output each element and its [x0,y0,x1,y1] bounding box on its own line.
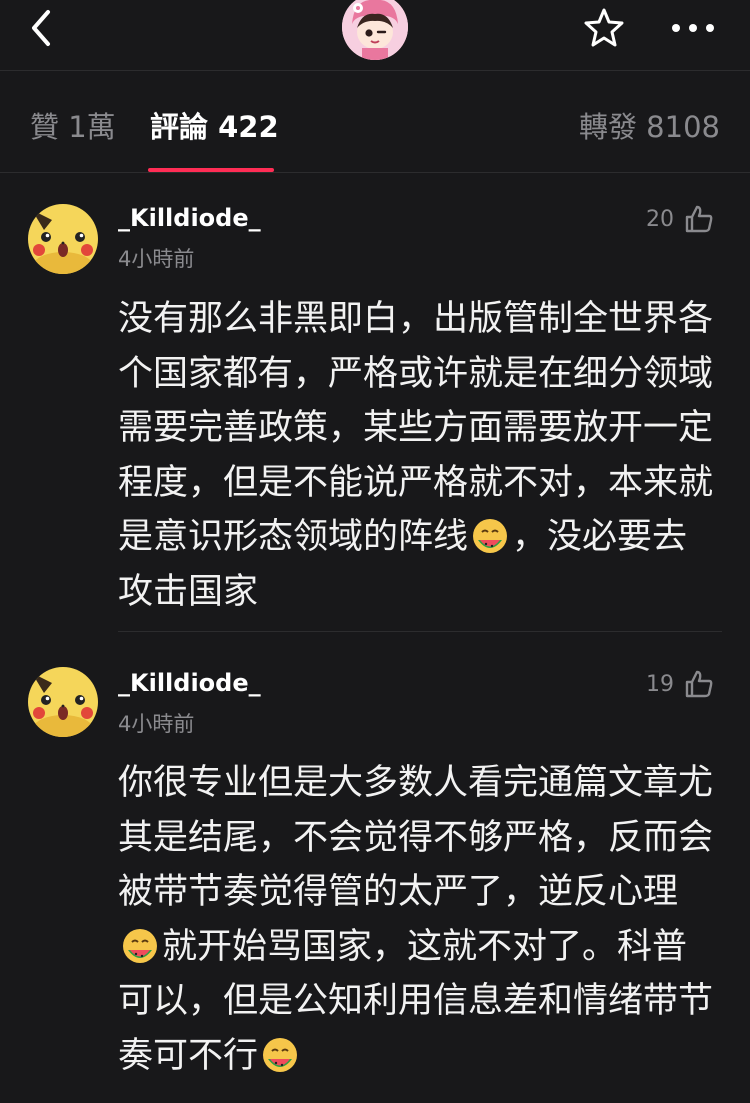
star-icon[interactable] [582,6,626,50]
thumbs-up-icon[interactable] [684,669,714,699]
tab-reposts[interactable]: 轉發 8108 [579,104,720,146]
comment-like-count: 19 [646,672,674,697]
comment-time: 4小時前 [118,247,195,271]
more-dots-icon[interactable] [668,8,718,48]
tab-comments[interactable]: 評論 422 [150,104,279,146]
watermelon-face-emoji-icon [123,928,157,963]
comment-time: 4小時前 [118,712,195,736]
comment-like-count: 20 [646,207,674,232]
tab-likes[interactable]: 贊 1萬 [30,104,116,146]
tab-bar: 贊 1萬 評論 422 轉發 8108 [0,71,750,172]
chevron-left-icon[interactable] [22,8,62,48]
top-bar [0,0,750,70]
comment-text-part: 你很专业但是大多数人看完通篇文章尤其是结尾，不会觉得不够严格，反而会被带节奏觉得… [118,763,714,912]
commenter-avatar[interactable] [28,204,98,274]
comment-username[interactable]: _Killdiode_ [118,204,261,232]
comment-divider [118,631,722,632]
thumbs-up-icon[interactable] [684,204,714,234]
post-author-avatar[interactable] [342,0,408,60]
comment-username[interactable]: _Killdiode_ [118,669,261,697]
comment-text: 你很专业但是大多数人看完通篇文章尤其是结尾，不会觉得不够严格，反而会被带节奏觉得… [118,756,718,1083]
commenter-avatar[interactable] [28,667,98,737]
watermelon-face-emoji-icon [263,1037,298,1072]
watermelon-face-emoji-icon [473,519,508,553]
tabs-divider [0,172,750,173]
comment-text: 没有那么非黑即白，出版管制全世界各个国家都有，严格或许就是在细分领域需要完善政策… [118,292,718,619]
comment-text-part: 就开始骂国家，这就不对了。科普可以，但是公知利用信息差和情绪带节奏可不行 [118,926,714,1076]
